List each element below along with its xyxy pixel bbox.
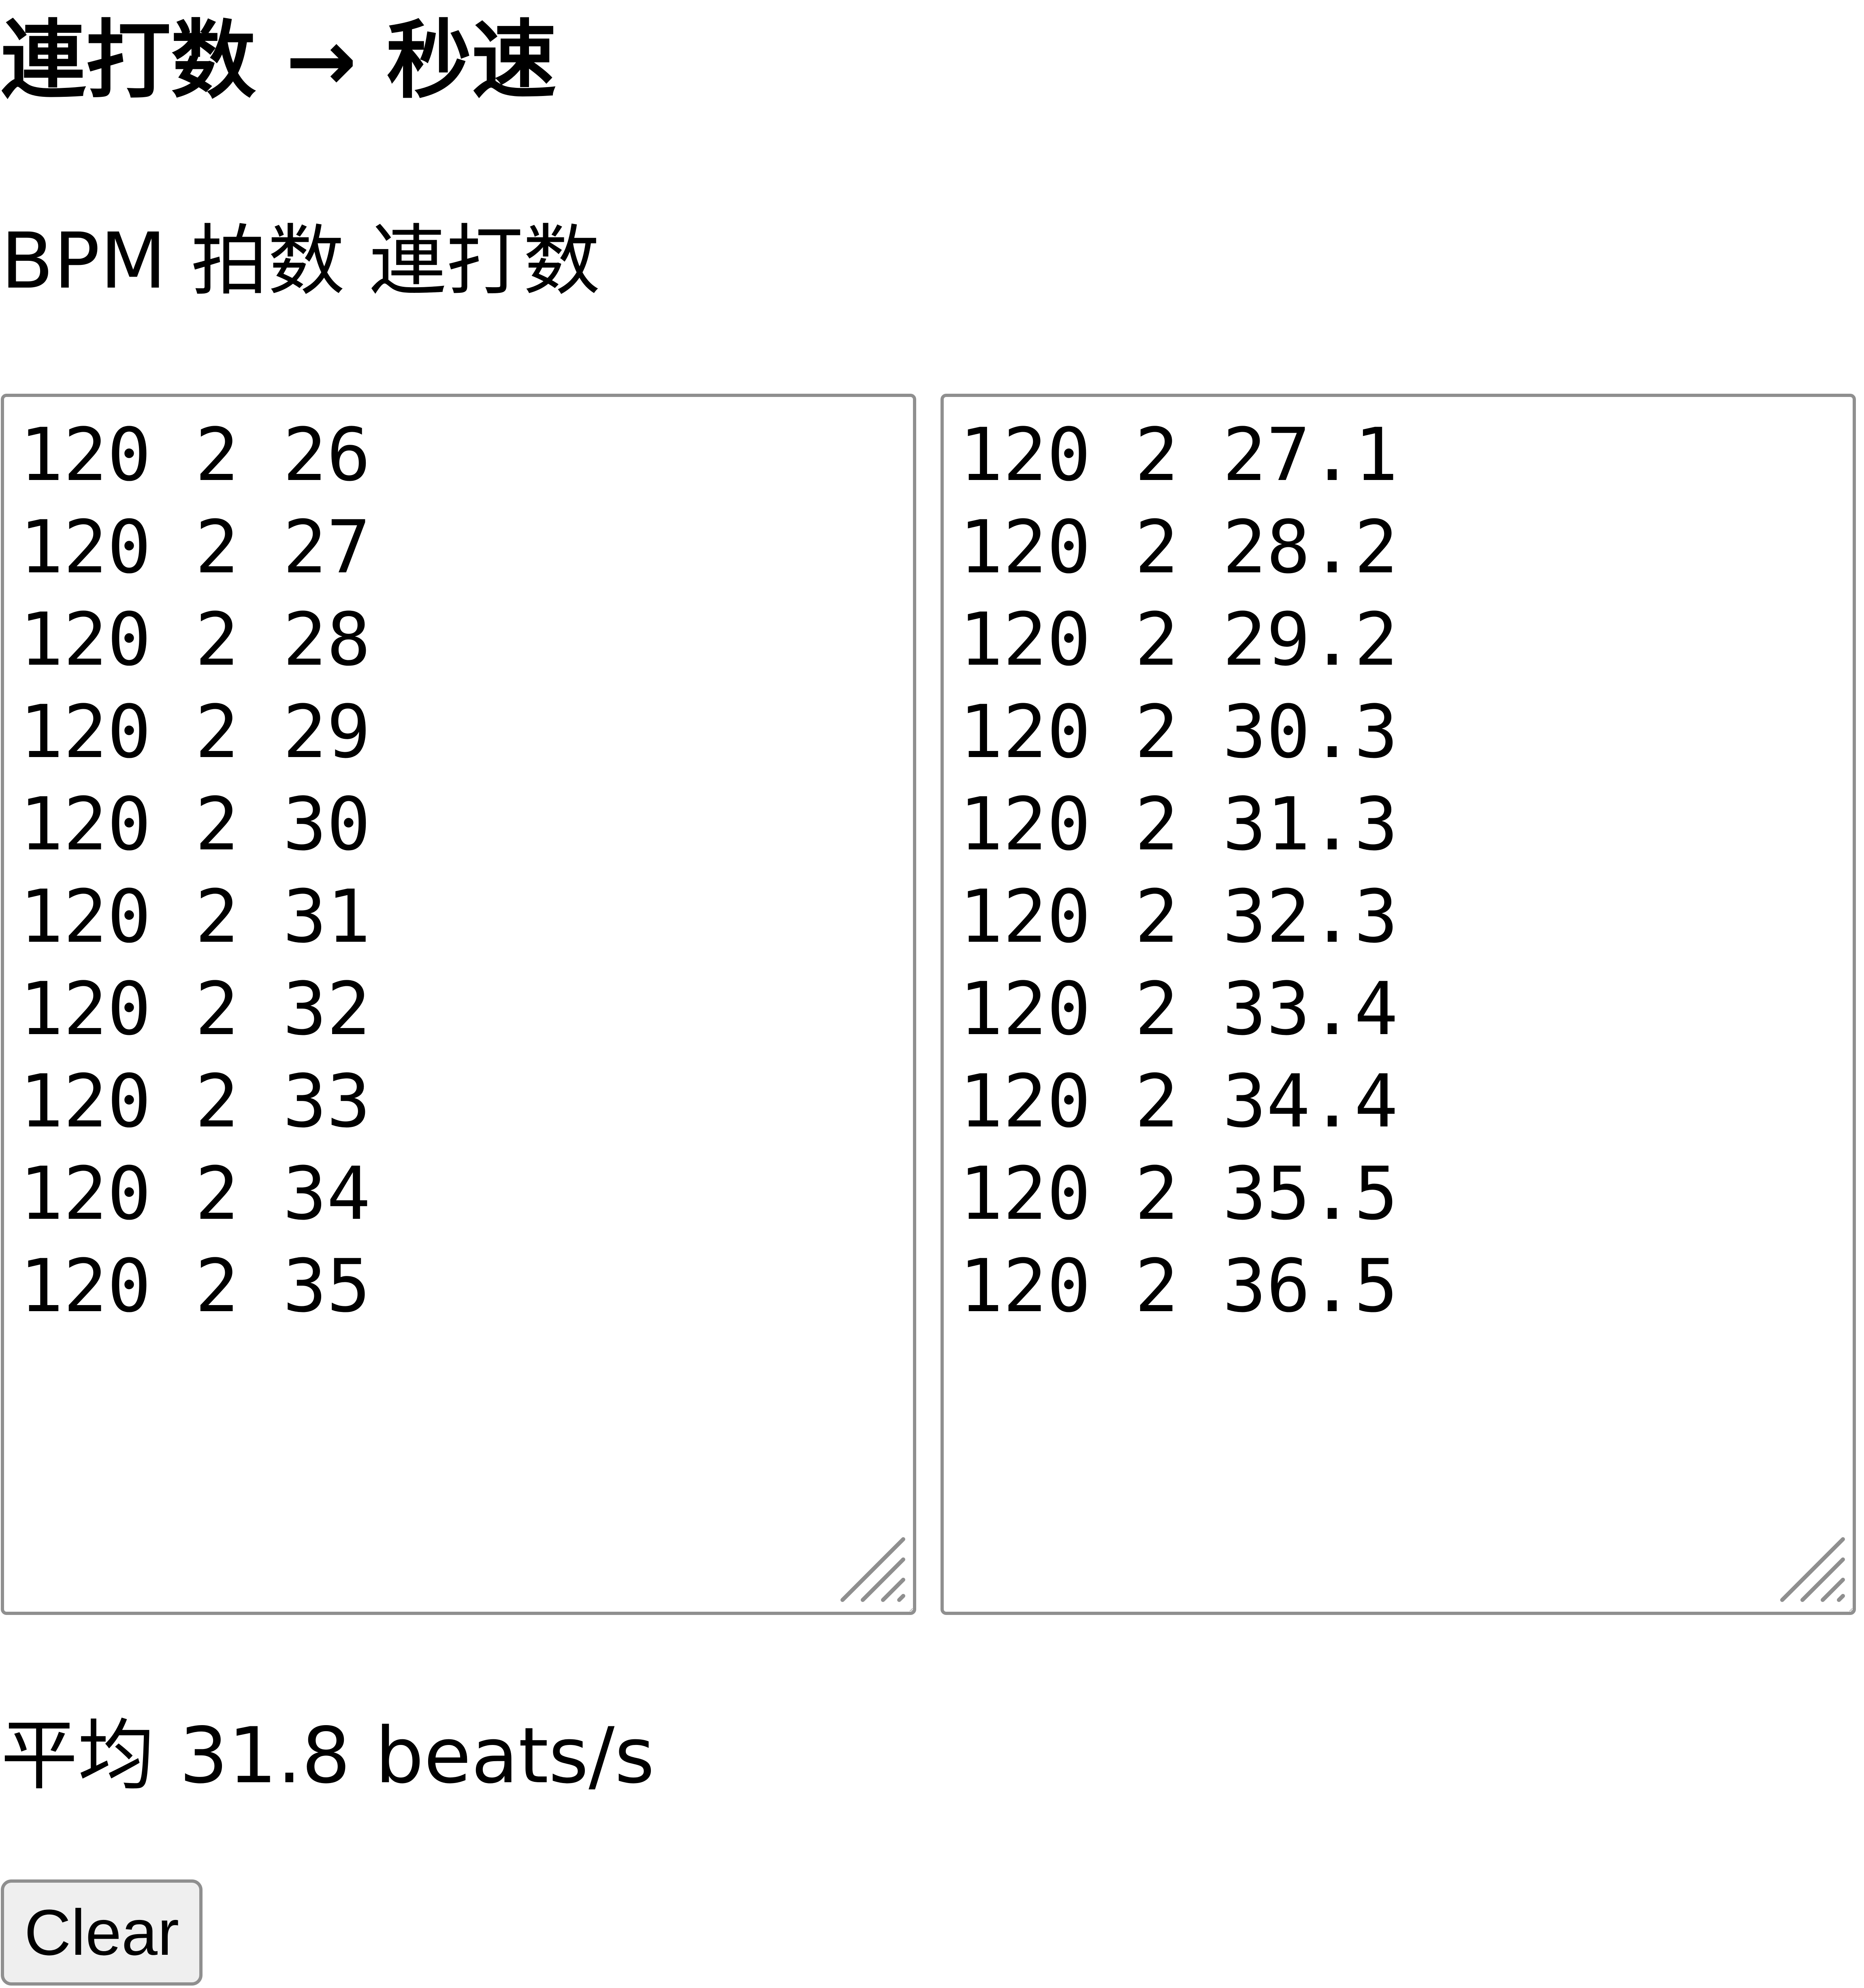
output-textarea[interactable]: 120 2 27.1 120 2 28.2 120 2 29.2 120 2 3… bbox=[941, 394, 1856, 1615]
columns-label: BPM 拍数 連打数 bbox=[1, 216, 600, 306]
average-result: 平均 31.8 beats/s bbox=[1, 1711, 655, 1800]
input-textarea[interactable]: 120 2 26 120 2 27 120 2 28 120 2 29 120 … bbox=[1, 394, 916, 1615]
clear-button[interactable]: Clear bbox=[1, 1879, 203, 1986]
page-title: 連打数 → 秒速 bbox=[1, 11, 557, 110]
